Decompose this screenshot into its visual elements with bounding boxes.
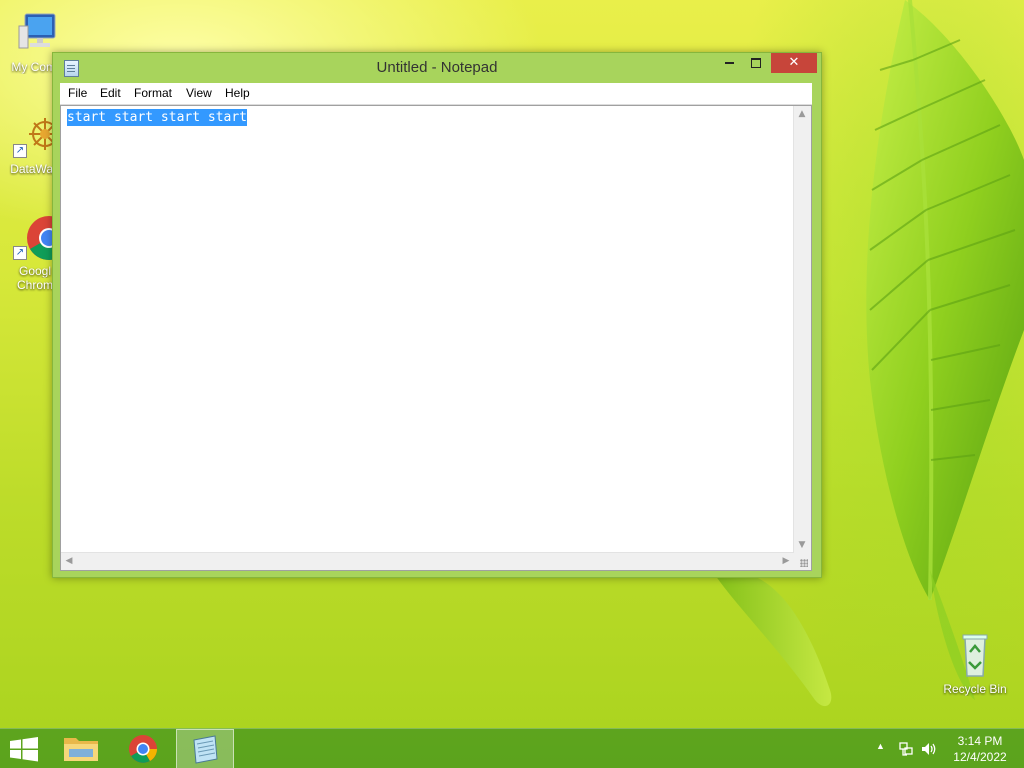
menu-file[interactable]: File: [68, 86, 87, 100]
menu-bar: File Edit Format View Help: [60, 83, 812, 105]
minimize-button[interactable]: [716, 53, 742, 73]
windows-logo-icon: [10, 737, 38, 762]
taskbar-file-explorer[interactable]: [52, 729, 110, 768]
chrome-icon: [129, 735, 157, 763]
text-area[interactable]: start start start start: [67, 109, 793, 552]
vertical-scrollbar[interactable]: ▲ ▼: [793, 106, 811, 553]
clock-time: 3:14 PM: [957, 734, 1003, 748]
notepad-icon: [193, 735, 218, 764]
menu-help[interactable]: Help: [225, 86, 250, 100]
desktop-icon-recycle-bin[interactable]: Recycle Bin: [940, 632, 1010, 696]
selected-text[interactable]: start start start start: [67, 109, 248, 126]
start-button[interactable]: [0, 729, 58, 768]
maximize-button[interactable]: [742, 53, 769, 73]
clock-date: 12/4/2022: [953, 750, 1007, 764]
taskbar: ▲ 3:14 PM 12/4/2022: [0, 728, 1024, 768]
show-hidden-icons-icon[interactable]: ▲: [876, 741, 885, 751]
maximize-icon: [750, 58, 761, 68]
notepad-window[interactable]: Untitled - Notepad ✕ File Edit Format Vi…: [52, 52, 822, 578]
scroll-down-icon[interactable]: ▼: [796, 539, 808, 551]
scroll-up-icon[interactable]: ▲: [796, 108, 808, 120]
folder-icon: [64, 738, 98, 761]
scroll-left-icon[interactable]: ◀: [63, 555, 75, 567]
system-tray: ▲: [874, 729, 944, 768]
recycle-bin-icon: [951, 632, 999, 680]
shortcut-arrow-icon: ↗: [13, 144, 27, 158]
close-icon: ✕: [788, 55, 800, 70]
shortcut-arrow-icon: ↗: [13, 246, 27, 260]
taskbar-google-chrome[interactable]: [114, 729, 172, 768]
menu-format[interactable]: Format: [134, 86, 172, 100]
network-icon[interactable]: [898, 741, 914, 757]
resize-grip-icon[interactable]: [794, 553, 811, 570]
scroll-right-icon[interactable]: ▶: [780, 555, 792, 567]
desktop-icon-label: Recycle Bin: [943, 682, 1007, 696]
menu-edit[interactable]: Edit: [100, 86, 121, 100]
menu-view[interactable]: View: [186, 86, 212, 100]
minimize-icon: [724, 62, 734, 64]
horizontal-scrollbar[interactable]: ◀ ▶: [61, 552, 794, 570]
clock[interactable]: 3:14 PM 12/4/2022: [946, 733, 1014, 765]
window-title: Untitled - Notepad: [376, 59, 498, 76]
computer-icon: [13, 10, 61, 58]
desktop: My Comp ↗ DataWag ↗ Googl Chrom Recycle …: [0, 0, 1024, 768]
text-editor[interactable]: start start start start ▲ ▼ ◀ ▶: [60, 105, 812, 571]
volume-icon[interactable]: [920, 741, 938, 757]
window-titlebar[interactable]: Untitled - Notepad ✕: [53, 53, 821, 83]
close-button[interactable]: ✕: [771, 53, 817, 73]
taskbar-notepad[interactable]: [176, 729, 234, 768]
